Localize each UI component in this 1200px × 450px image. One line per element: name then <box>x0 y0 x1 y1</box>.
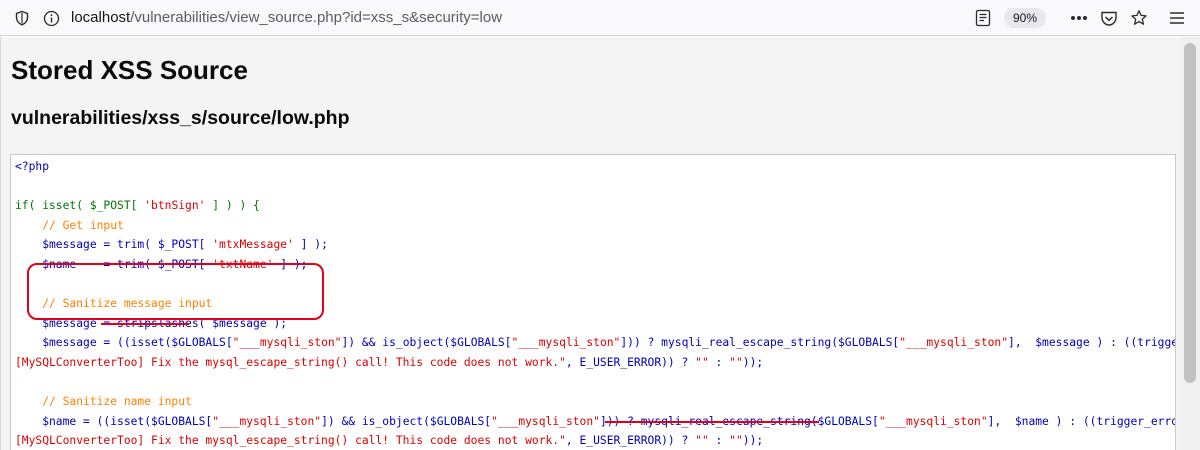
menu-icon[interactable] <box>1166 0 1188 36</box>
code-token: "___mysqli_ston" <box>491 414 600 428</box>
code-token: , E_USER_ERROR)) ? <box>565 356 696 369</box>
code-token: )); <box>742 356 764 369</box>
code-token: $message = ((isset($GLOBALS[ <box>15 336 233 350</box>
star-icon[interactable] <box>1128 0 1150 36</box>
code-token: : <box>708 434 730 448</box>
info-icon[interactable] <box>40 0 62 36</box>
zoom-level-badge[interactable]: 90% <box>1004 8 1046 28</box>
shield-icon[interactable] <box>10 0 34 36</box>
url-bar[interactable]: localhost/vulnerabilities/view_source.ph… <box>71 0 502 36</box>
code-token: [MySQLConverterToo] Fix the mysql_escape… <box>15 356 566 369</box>
browser-toolbar: localhost/vulnerabilities/view_source.ph… <box>0 0 1200 36</box>
code-token: : <box>708 356 730 369</box>
pocket-icon[interactable] <box>1098 0 1120 36</box>
code-token: // Get input <box>15 218 124 232</box>
code-token: ]) && is_object($GLOBALS[ <box>341 336 512 350</box>
code-token: "" <box>695 356 709 369</box>
code-token: // Sanitize name input <box>15 395 192 409</box>
code-token: 'btnSign' <box>144 199 206 213</box>
code-token: ] ); <box>293 238 328 252</box>
code-line: // Sanitize name input <box>15 393 192 411</box>
url-path: /vulnerabilities/view_source.php?id=xss_… <box>130 9 503 26</box>
page-scrollbar[interactable] <box>1180 37 1200 450</box>
code-token: "___mysqli_ston" <box>511 336 621 350</box>
code-token: "___mysqli_ston" <box>212 414 322 428</box>
code-token: ]) && is_object($GLOBALS[ <box>321 414 492 428</box>
scrollbar-thumb[interactable] <box>1184 43 1196 383</box>
code-token: [MySQLConverterToo] Fix the mysql_escape… <box>15 434 566 448</box>
code-token: "" <box>729 356 743 369</box>
reader-mode-icon[interactable] <box>972 0 994 36</box>
code-token: "___mysqli_ston" <box>878 414 988 428</box>
source-file-path: vulnerabilities/xss_s/source/low.php <box>11 107 350 129</box>
input-highlight-box <box>27 263 324 320</box>
code-token: $message = trim( $_POST[ <box>15 238 213 252</box>
code-line: $message = trim( $_POST[ 'mtxMessage' ] … <box>15 236 328 254</box>
code-token: , E_USER_ERROR)) ? <box>565 434 696 448</box>
code-token: "___mysqli_ston" <box>232 336 342 350</box>
code-token: ], $name ) : ((trigger_error( <box>987 414 1176 428</box>
code-line: if( isset( $_POST[ 'btnSign' ] ) ) { <box>15 197 260 215</box>
code-line: [MySQLConverterToo] Fix the mysql_escape… <box>15 354 763 372</box>
page-viewport: Stored XSS Source vulnerabilities/xss_s/… <box>0 37 1200 450</box>
code-token: ])) ? mysqli_real_escape_string($GLOBALS… <box>620 336 900 350</box>
code-line: $name = ((isset($GLOBALS["___mysqli_ston… <box>15 413 1176 431</box>
stripslashes-underline <box>101 323 189 325</box>
code-token: "" <box>729 434 743 448</box>
code-token: <?php <box>15 160 50 173</box>
code-token: 'mtxMessage' <box>212 238 294 252</box>
code-token: ], $message ) : ((trigger_error( <box>1008 336 1176 350</box>
code-line: <?php <box>15 158 49 176</box>
code-line: $message = ((isset($GLOBALS["___mysqli_s… <box>15 334 1176 352</box>
code-line: // Get input <box>15 217 124 235</box>
code-token: ] ) ) { <box>205 199 260 213</box>
code-token: "___mysqli_ston" <box>899 336 1009 350</box>
code-token: "" <box>695 434 709 448</box>
code-token: $name = ((isset($GLOBALS[ <box>15 414 213 428</box>
code-token: )); <box>742 434 764 448</box>
url-host: localhost <box>71 9 131 26</box>
escape-string-underline <box>605 421 819 423</box>
code-token: if( isset( $_POST[ <box>15 199 145 213</box>
more-icon[interactable] <box>1068 0 1090 36</box>
page-title: Stored XSS Source <box>11 55 248 85</box>
code-line: [MySQLConverterToo] Fix the mysql_escape… <box>15 432 763 450</box>
